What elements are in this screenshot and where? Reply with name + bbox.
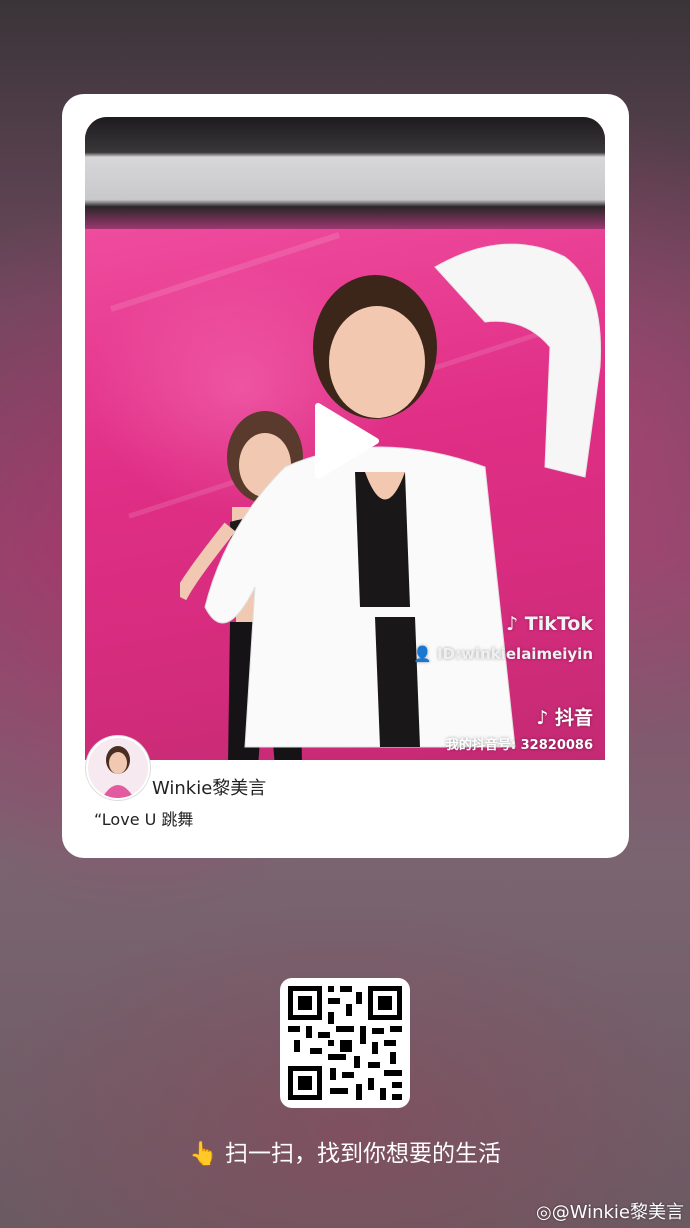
play-icon[interactable] bbox=[310, 402, 380, 480]
scan-prompt: 👆 扫一扫，找到你想要的生活 bbox=[0, 1134, 690, 1168]
author-name[interactable]: Winkie黎美言 bbox=[152, 774, 266, 800]
douyin-logo: ♪ 抖音 bbox=[536, 707, 593, 729]
qr-code-pattern bbox=[288, 986, 402, 1100]
douyin-number: 我的抖音号: 32820086 bbox=[445, 738, 593, 753]
foreground-dancer-illustration bbox=[204, 243, 602, 748]
weibo-logo-icon: ◎ bbox=[535, 1202, 552, 1223]
weibo-watermark: ◎@Winkie黎美言 bbox=[535, 1202, 684, 1223]
video-caption: “Love U 跳舞 bbox=[94, 810, 194, 829]
tiktok-note-icon: ♪ bbox=[505, 613, 519, 635]
douyin-note-icon: ♪ bbox=[536, 707, 549, 729]
user-icon: 👤 bbox=[413, 645, 432, 663]
video-share-card[interactable]: ♪ TikTok 👤 ID:winkielaimeiyin ♪ 抖音 我的抖音号… bbox=[62, 94, 629, 858]
scan-prompt-text: 扫一扫，找到你想要的生活 bbox=[224, 1141, 501, 1167]
qr-code bbox=[280, 978, 410, 1108]
tiktok-logo: ♪ TikTok bbox=[505, 613, 593, 635]
studio-ceiling bbox=[85, 117, 605, 235]
tiktok-id: 👤 ID:winkielaimeiyin bbox=[413, 645, 593, 663]
author-avatar[interactable] bbox=[86, 736, 150, 800]
pointing-hand-icon: 👆 bbox=[189, 1141, 218, 1167]
video-thumbnail[interactable]: ♪ TikTok 👤 ID:winkielaimeiyin ♪ 抖音 我的抖音号… bbox=[85, 117, 605, 760]
avatar-image bbox=[88, 738, 148, 798]
